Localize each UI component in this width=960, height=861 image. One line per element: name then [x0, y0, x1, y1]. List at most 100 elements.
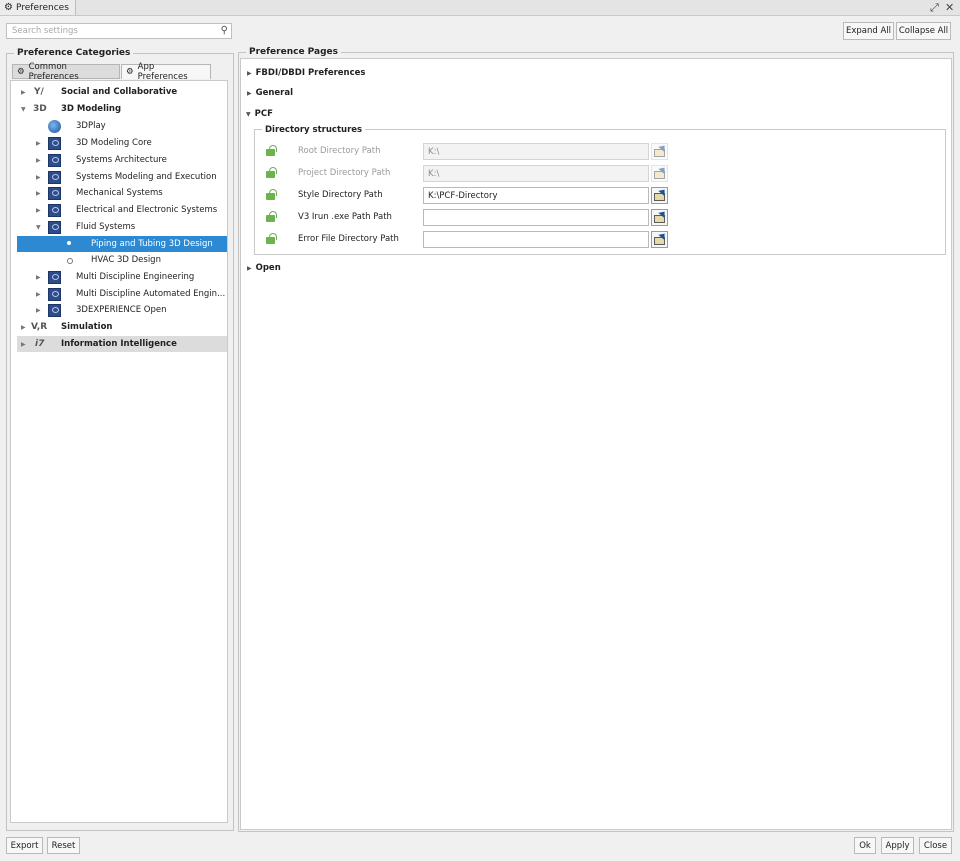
- app-icon: [48, 220, 61, 234]
- field-style-directory: Style Directory Path K:\PCF-Directory: [264, 187, 684, 205]
- field-project-directory: Project Directory Path K:\: [264, 165, 684, 183]
- field-label: Error File Directory Path: [298, 234, 399, 244]
- section-pcf[interactable]: ▼ PCF: [246, 109, 273, 119]
- tree-item-3dplay[interactable]: 3DPlay: [11, 118, 227, 134]
- tree-item-label: Systems Architecture: [76, 155, 167, 165]
- tree-item-multi-discipline-automated[interactable]: ▶ Multi Discipline Automated Engin...: [11, 286, 227, 302]
- browse-folder-icon[interactable]: [651, 165, 668, 182]
- tree-item-label: Simulation: [61, 322, 113, 332]
- title-bar: [0, 0, 960, 16]
- simulation-icon: V,R: [31, 322, 48, 332]
- reset-button[interactable]: Reset: [47, 837, 80, 854]
- tree-item-hvac-3d-design[interactable]: HVAC 3D Design: [11, 252, 227, 268]
- search-placeholder: Search settings: [12, 26, 78, 36]
- lock-icon[interactable]: [266, 167, 277, 178]
- tree-item-3dexperience-open[interactable]: ▶ 3DEXPERIENCE Open: [11, 302, 227, 318]
- search-input[interactable]: Search settings ⚲: [6, 23, 232, 39]
- expand-arrow-icon[interactable]: ▶: [36, 157, 41, 164]
- tab-common-preferences[interactable]: ⚙ Common Preferences: [12, 62, 120, 82]
- field-v3-irun-path: V3 Irun .exe Path Path: [264, 209, 684, 227]
- v3-irun-path-input[interactable]: [423, 209, 649, 226]
- bullet-icon: [67, 241, 71, 245]
- tree-item-social-collaborative[interactable]: ▶ Y/ Social and Collaborative: [11, 84, 227, 100]
- tree-item-electrical-electronic-systems[interactable]: ▶ Electrical and Electronic Systems: [11, 202, 227, 218]
- social-collaborative-icon: Y/: [34, 87, 44, 97]
- categories-title: Preference Categories: [14, 48, 134, 58]
- section-label: Open: [255, 263, 281, 273]
- tree-item-fluid-systems[interactable]: ▼ Fluid Systems: [11, 219, 227, 235]
- tree-item-3d-modeling-core[interactable]: ▶ 3D Modeling Core: [11, 135, 227, 151]
- browse-folder-icon[interactable]: [651, 231, 668, 248]
- root-directory-input[interactable]: K:\: [423, 143, 649, 160]
- tree-item-label: Multi Discipline Engineering: [76, 272, 195, 282]
- ok-button[interactable]: Ok: [854, 837, 876, 854]
- expand-arrow-icon[interactable]: ▶: [21, 341, 26, 348]
- expand-arrow-icon[interactable]: ▶: [36, 274, 41, 281]
- window-tab[interactable]: ⚙ Preferences: [0, 0, 76, 15]
- tree-item-label: 3DPlay: [76, 121, 106, 131]
- pages-title: Preference Pages: [246, 47, 342, 57]
- section-label: General: [255, 88, 294, 98]
- tree-item-label: 3D Modeling: [61, 104, 122, 114]
- bullet-icon: [67, 258, 73, 264]
- expand-arrow-icon[interactable]: ▶: [36, 190, 41, 197]
- section-general[interactable]: ▶ General: [247, 88, 293, 98]
- app-icon: [48, 270, 61, 284]
- collapse-arrow-icon[interactable]: ▼: [36, 224, 41, 231]
- search-icon[interactable]: ⚲: [221, 25, 228, 36]
- app-icon: [48, 287, 61, 301]
- app-icon: [48, 136, 61, 150]
- expand-arrow-icon[interactable]: ▶: [21, 324, 26, 331]
- section-fbdi-dbdi[interactable]: ▶ FBDI/DBDI Preferences: [247, 68, 365, 78]
- tree-item-piping-tubing-3d-design[interactable]: Piping and Tubing 3D Design: [17, 236, 227, 252]
- field-root-directory: Root Directory Path K:\: [264, 143, 684, 161]
- tree-item-multi-discipline-engineering[interactable]: ▶ Multi Discipline Engineering: [11, 269, 227, 285]
- gear-icon: ⚙: [17, 66, 25, 77]
- tree-item-label: Mechanical Systems: [76, 188, 163, 198]
- tree-item-label: Multi Discipline Automated Engin...: [76, 289, 226, 299]
- tree-item-simulation[interactable]: ▶ V,R Simulation: [11, 319, 227, 335]
- tab-app-preferences[interactable]: ⚙ App Preferences: [121, 62, 211, 82]
- error-file-directory-input[interactable]: [423, 231, 649, 248]
- expand-arrow-icon[interactable]: ▶: [36, 140, 41, 147]
- field-label: Style Directory Path: [298, 190, 383, 200]
- category-tree: ▶ Y/ Social and Collaborative ▼ 3D 3D Mo…: [10, 80, 228, 823]
- expand-all-button[interactable]: Expand All: [843, 22, 894, 40]
- lock-icon[interactable]: [266, 189, 277, 200]
- apply-button[interactable]: Apply: [881, 837, 914, 854]
- tree-item-label: 3D Modeling Core: [76, 138, 152, 148]
- expand-arrow-icon[interactable]: ▶: [21, 89, 26, 96]
- collapse-arrow-icon[interactable]: ▼: [21, 106, 26, 113]
- collapse-arrow-icon: ▼: [246, 110, 251, 118]
- expand-arrow-icon[interactable]: ▶: [36, 174, 41, 181]
- tree-item-label: Social and Collaborative: [61, 87, 178, 97]
- browse-folder-icon[interactable]: [651, 187, 668, 204]
- directory-title: Directory structures: [262, 125, 366, 135]
- close-icon[interactable]: ✕: [945, 1, 954, 14]
- close-button[interactable]: Close: [919, 837, 952, 854]
- style-directory-input[interactable]: K:\PCF-Directory: [423, 187, 649, 204]
- maximize-icon[interactable]: ⤢: [930, 1, 939, 15]
- tree-item-information-intelligence[interactable]: ▶ i7 Information Intelligence: [17, 336, 227, 352]
- expand-arrow-icon: ▶: [247, 69, 252, 77]
- field-error-file-directory: Error File Directory Path: [264, 231, 684, 249]
- 3d-modeling-icon: 3D: [33, 104, 47, 114]
- tree-item-mechanical-systems[interactable]: ▶ Mechanical Systems: [11, 185, 227, 201]
- section-open[interactable]: ▶ Open: [247, 263, 281, 273]
- app-icon: [48, 153, 61, 167]
- expand-arrow-icon[interactable]: ▶: [36, 207, 41, 214]
- export-button[interactable]: Export: [6, 837, 43, 854]
- tree-item-systems-modeling-execution[interactable]: ▶ Systems Modeling and Execution: [11, 169, 227, 185]
- browse-folder-icon[interactable]: [651, 209, 668, 226]
- project-directory-input[interactable]: K:\: [423, 165, 649, 182]
- section-label: PCF: [254, 109, 273, 119]
- expand-arrow-icon[interactable]: ▶: [36, 291, 41, 298]
- browse-folder-icon[interactable]: [651, 143, 668, 160]
- tree-item-3d-modeling[interactable]: ▼ 3D 3D Modeling: [11, 101, 227, 117]
- collapse-all-button[interactable]: Collapse All: [896, 22, 951, 40]
- tree-item-systems-architecture[interactable]: ▶ Systems Architecture: [11, 152, 227, 168]
- lock-icon[interactable]: [266, 211, 277, 222]
- lock-icon[interactable]: [266, 145, 277, 156]
- lock-icon[interactable]: [266, 233, 277, 244]
- expand-arrow-icon[interactable]: ▶: [36, 307, 41, 314]
